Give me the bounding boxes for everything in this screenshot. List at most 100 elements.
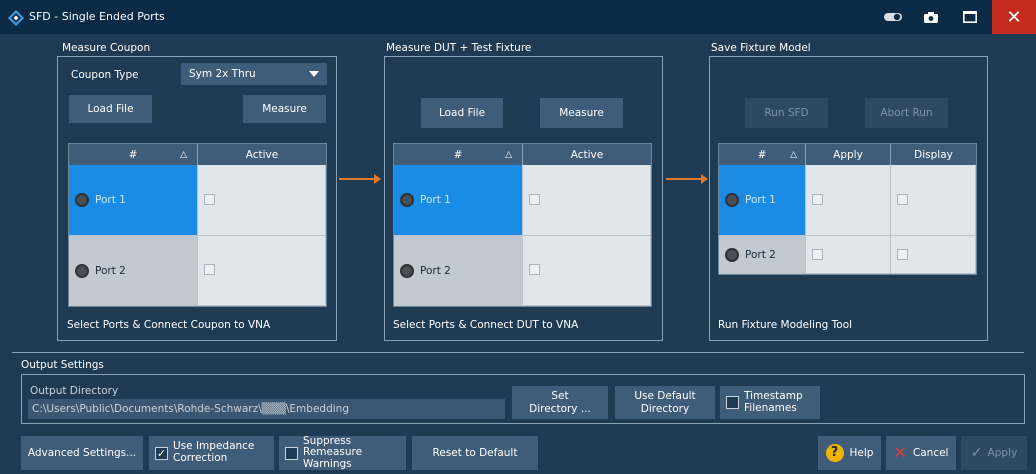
reset-to-default-button[interactable]: Reset to Default — [412, 436, 538, 470]
coupon-load-file-button[interactable]: Load File — [69, 95, 152, 123]
cancel-button[interactable]: ✕ Cancel — [886, 436, 956, 470]
dut-col-active[interactable]: Active — [523, 144, 651, 165]
coupon-col-num-label: # — [128, 148, 138, 161]
fixture-port1-display-checkbox[interactable] — [897, 194, 908, 205]
fixture-panel-title: Save Fixture Model — [711, 42, 811, 54]
coupon-port2-cell[interactable]: Port 2 — [69, 236, 198, 306]
fixture-port-table: # △ Apply Display Port 1 Port 2 — [718, 143, 977, 275]
radio-icon — [75, 193, 89, 207]
coupon-type-dropdown[interactable]: Sym 2x Thru — [181, 63, 327, 85]
cancel-label: Cancel — [912, 446, 949, 459]
output-settings-label: Output Settings — [21, 359, 104, 371]
sort-ascending-icon: △ — [505, 149, 512, 160]
fixture-col-display[interactable]: Display — [891, 144, 976, 165]
close-icon[interactable]: ✕ — [992, 0, 1036, 34]
use-impedance-correction-checkbox[interactable]: ✓ Use Impedance Correction — [149, 436, 274, 470]
coupon-col-num[interactable]: # △ — [69, 144, 198, 165]
dut-hint: Select Ports & Connect DUT to VNA — [393, 319, 579, 331]
chevron-down-icon — [309, 71, 319, 77]
fixture-port2-apply-cell — [806, 236, 891, 274]
fixture-port1-label: Port 1 — [745, 194, 776, 206]
output-directory-value: C:\Users\Public\Documents\Rohde-Schwarz\… — [32, 403, 349, 415]
radio-icon — [400, 193, 414, 207]
fixture-port1-apply-cell — [806, 165, 891, 236]
flow-arrow-icon — [666, 174, 708, 184]
use-default-directory-button[interactable]: Use Default Directory — [615, 386, 715, 419]
timestamp-filenames-checkbox[interactable]: Timestamp Filenames — [720, 386, 820, 419]
apply-button[interactable]: ✓ Apply — [961, 436, 1027, 470]
fixture-port2-cell[interactable]: Port 2 — [719, 236, 806, 274]
impedance-label-line1: Use Impedance — [173, 440, 255, 453]
radio-icon — [400, 264, 414, 278]
help-icon: ? — [825, 444, 844, 462]
coupon-panel-title: Measure Coupon — [62, 42, 151, 54]
coupon-col-active-label: Active — [245, 148, 279, 161]
abort-run-label: Abort Run — [880, 106, 933, 119]
coupon-type-label: Coupon Type — [71, 69, 139, 81]
dut-col-active-label: Active — [570, 148, 604, 161]
coupon-port1-active-checkbox[interactable] — [204, 194, 215, 205]
fixture-col-display-label: Display — [914, 148, 953, 161]
dut-measure-button[interactable]: Measure — [540, 98, 623, 128]
advanced-settings-button[interactable]: Advanced Settings... — [21, 436, 143, 470]
checkbox-checked-icon: ✓ — [155, 446, 168, 460]
fixture-port2-apply-checkbox[interactable] — [812, 249, 823, 260]
dut-port2-active-checkbox[interactable] — [529, 264, 540, 275]
coupon-port2-active-cell — [198, 236, 326, 306]
apply-label: Apply — [987, 446, 1018, 459]
coupon-port2-active-checkbox[interactable] — [204, 264, 215, 275]
coupon-hint: Select Ports & Connect Coupon to VNA — [67, 319, 271, 331]
maximize-icon[interactable] — [952, 0, 988, 34]
abort-run-button[interactable]: Abort Run — [865, 98, 948, 128]
window-title: SFD - Single Ended Ports — [29, 10, 165, 23]
set-directory-label-line2: Directory ... — [529, 402, 591, 415]
suppress-label-line2: Warnings — [303, 457, 352, 470]
suppress-remeasure-warnings-checkbox[interactable]: Suppress Remeasure Warnings — [279, 434, 406, 470]
coupon-measure-label: Measure — [262, 102, 307, 115]
use-default-label-line2: Directory — [640, 402, 690, 415]
fixture-col-apply[interactable]: Apply — [806, 144, 891, 165]
dut-port1-active-checkbox[interactable] — [529, 194, 540, 205]
sort-ascending-icon: △ — [790, 149, 797, 160]
dut-col-num[interactable]: # △ — [394, 144, 523, 165]
fixture-port2-display-checkbox[interactable] — [897, 249, 908, 260]
timestamp-label-line2: Filenames — [744, 401, 797, 414]
coupon-port1-cell[interactable]: Port 1 — [69, 165, 198, 236]
output-directory-field[interactable]: C:\Users\Public\Documents\Rohde-Schwarz\… — [28, 399, 505, 419]
dut-load-file-label: Load File — [438, 106, 486, 119]
coupon-measure-button[interactable]: Measure — [243, 95, 326, 123]
dut-port1-cell[interactable]: Port 1 — [394, 165, 523, 236]
output-directory-label: Output Directory — [30, 385, 119, 397]
coupon-col-active[interactable]: Active — [198, 144, 326, 165]
close-icon-glyph: ✕ — [1006, 6, 1022, 28]
run-sfd-button[interactable]: Run SFD — [745, 98, 828, 128]
title-bar: SFD - Single Ended Ports ✕ — [0, 0, 1036, 34]
radio-icon — [75, 264, 89, 278]
fixture-col-num-label: # — [757, 148, 767, 161]
section-divider — [12, 352, 1024, 353]
coupon-port-table: # △ Active Port 1 Port 2 — [68, 143, 327, 307]
fixture-port1-cell[interactable]: Port 1 — [719, 165, 806, 236]
dut-port1-active-cell — [523, 165, 651, 236]
radio-icon — [725, 193, 739, 207]
timestamp-label-line1: Timestamp — [744, 389, 803, 402]
fixture-port2-label: Port 2 — [745, 249, 776, 261]
reset-to-default-label: Reset to Default — [432, 446, 518, 459]
checkbox-icon — [285, 446, 298, 460]
set-directory-button[interactable]: Set Directory ... — [512, 386, 608, 419]
fixture-col-num[interactable]: # △ — [719, 144, 806, 165]
toggle-icon[interactable] — [876, 0, 910, 34]
dut-port2-active-cell — [523, 236, 651, 306]
camera-icon[interactable] — [914, 0, 948, 34]
coupon-port1-active-cell — [198, 165, 326, 236]
dut-measure-label: Measure — [559, 106, 604, 119]
fixture-port1-apply-checkbox[interactable] — [812, 194, 823, 205]
coupon-load-file-label: Load File — [87, 102, 134, 115]
suppress-label-line1: Suppress Remeasure — [303, 434, 363, 459]
use-default-label-line1: Use Default — [634, 390, 696, 403]
radio-icon — [725, 248, 739, 262]
dut-load-file-button[interactable]: Load File — [421, 98, 503, 128]
fixture-port2-display-cell — [891, 236, 976, 274]
dut-port2-cell[interactable]: Port 2 — [394, 236, 523, 306]
help-button[interactable]: ? Help — [818, 436, 881, 470]
